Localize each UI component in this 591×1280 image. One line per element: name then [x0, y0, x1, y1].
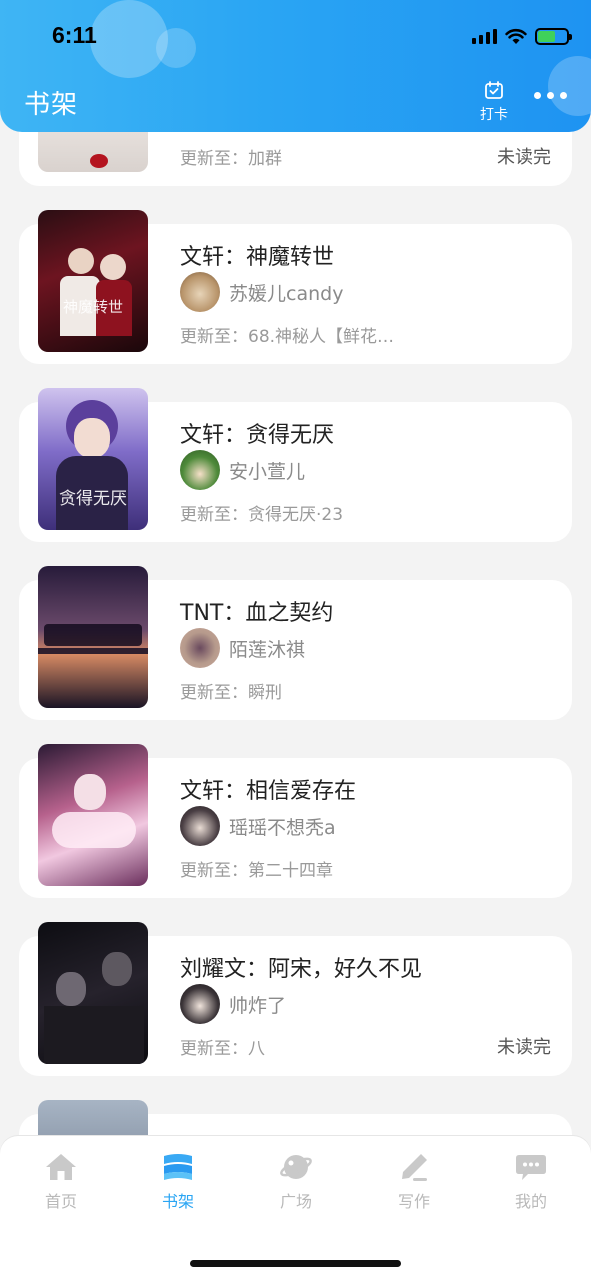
- bottom-navigation: 首页 书架 广场 写作 我的: [0, 1136, 591, 1280]
- home-indicator: [190, 1260, 401, 1267]
- update-info: 更新至：贪得无厌·23: [180, 505, 344, 525]
- checkin-label: 打卡: [480, 107, 508, 123]
- author-avatar: [180, 806, 220, 846]
- nav-square[interactable]: 广场: [256, 1152, 336, 1212]
- book-cover: 神魔转世: [38, 210, 148, 352]
- author-row: 陌莲沐祺: [180, 628, 305, 668]
- author-row: 帅炸了: [180, 984, 286, 1024]
- book-cover: [38, 922, 148, 1064]
- author-row: 安小萱儿: [180, 450, 305, 490]
- book-cover: 贪得无厌: [38, 388, 148, 530]
- author-avatar: [180, 450, 220, 490]
- wifi-icon: [505, 28, 527, 44]
- book-cover: [38, 744, 148, 886]
- dot-icon: [560, 92, 567, 99]
- update-info: 更新至：第二十四章: [180, 861, 333, 881]
- top-header: 6:11 书架 打卡: [0, 0, 591, 132]
- book-cover: [38, 566, 148, 708]
- author-name: 瑶瑶不想秃a: [229, 816, 336, 839]
- nav-write[interactable]: 写作: [374, 1152, 454, 1212]
- nav-mine[interactable]: 我的: [491, 1152, 571, 1212]
- nav-label: 书架: [161, 1192, 194, 1211]
- book-title: 文轩：神魔转世: [180, 245, 335, 270]
- author-avatar: [180, 628, 220, 668]
- nav-label: 我的: [514, 1192, 547, 1211]
- status-icons: [472, 26, 572, 46]
- book-title: TNT：血之契约: [180, 601, 334, 626]
- dot-icon: [547, 92, 554, 99]
- author-name: 陌莲沐祺: [229, 638, 306, 661]
- decor-bubble: [90, 0, 168, 78]
- nav-home[interactable]: 首页: [21, 1152, 101, 1212]
- book-card[interactable]: 贪得无厌 文轩：贪得无厌 安小萱儿 更新至：贪得无厌·23: [19, 388, 572, 542]
- dot-icon: [534, 92, 541, 99]
- nav-label: 写作: [397, 1192, 430, 1211]
- home-icon: [46, 1154, 76, 1180]
- decor-bubble: [156, 28, 196, 68]
- bookshelf-icon: [164, 1154, 192, 1180]
- update-info: 更新至：八: [180, 1039, 265, 1059]
- author-name: 苏媛儿candy: [229, 282, 344, 305]
- chat-bubble-icon: [516, 1155, 546, 1180]
- unread-badge: 未读完: [497, 147, 551, 168]
- book-title: 刘耀文：阿宋，好久不见: [180, 957, 423, 982]
- author-avatar: [180, 984, 220, 1024]
- decor-bubble: [548, 56, 591, 116]
- planet-icon: [280, 1155, 312, 1179]
- update-info: 更新至：瞬刑: [180, 683, 282, 703]
- nav-label: 首页: [44, 1192, 77, 1211]
- battery-icon: [535, 27, 572, 45]
- author-name: 安小萱儿: [229, 460, 306, 483]
- author-row: 瑶瑶不想秃a: [180, 806, 336, 846]
- book-title: 文轩：贪得无厌: [180, 423, 335, 448]
- nav-bookshelf[interactable]: 书架: [138, 1152, 218, 1212]
- checkin-button[interactable]: 打卡: [476, 80, 512, 124]
- unread-badge: 未读完: [497, 1037, 551, 1058]
- calendar-check-icon: [485, 81, 503, 99]
- author-row: 苏媛儿candy: [180, 272, 343, 312]
- author-name: 帅炸了: [229, 994, 287, 1017]
- pen-icon: [402, 1154, 427, 1181]
- book-card[interactable]: TNT：血之契约 陌莲沐祺 更新至：瞬刑: [19, 566, 572, 720]
- cellular-signal-icon: [472, 28, 497, 44]
- update-info: 更新至：加群: [180, 149, 282, 169]
- page-title: 书架: [24, 90, 79, 120]
- book-card[interactable]: 刘耀文：阿宋，好久不见 帅炸了 更新至：八 未读完: [19, 922, 572, 1076]
- more-button[interactable]: [534, 92, 567, 99]
- book-title: 文轩：相信爱存在: [180, 779, 357, 804]
- status-time: 6:11: [52, 22, 97, 48]
- author-avatar: [180, 272, 220, 312]
- update-info: 更新至：68.神秘人【鲜花…: [180, 327, 395, 347]
- nav-label: 广场: [279, 1192, 312, 1211]
- book-card[interactable]: 文轩：相信爱存在 瑶瑶不想秃a 更新至：第二十四章: [19, 744, 572, 898]
- book-card[interactable]: 神魔转世 文轩：神魔转世 苏媛儿candy 更新至：68.神秘人【鲜花…: [19, 210, 572, 364]
